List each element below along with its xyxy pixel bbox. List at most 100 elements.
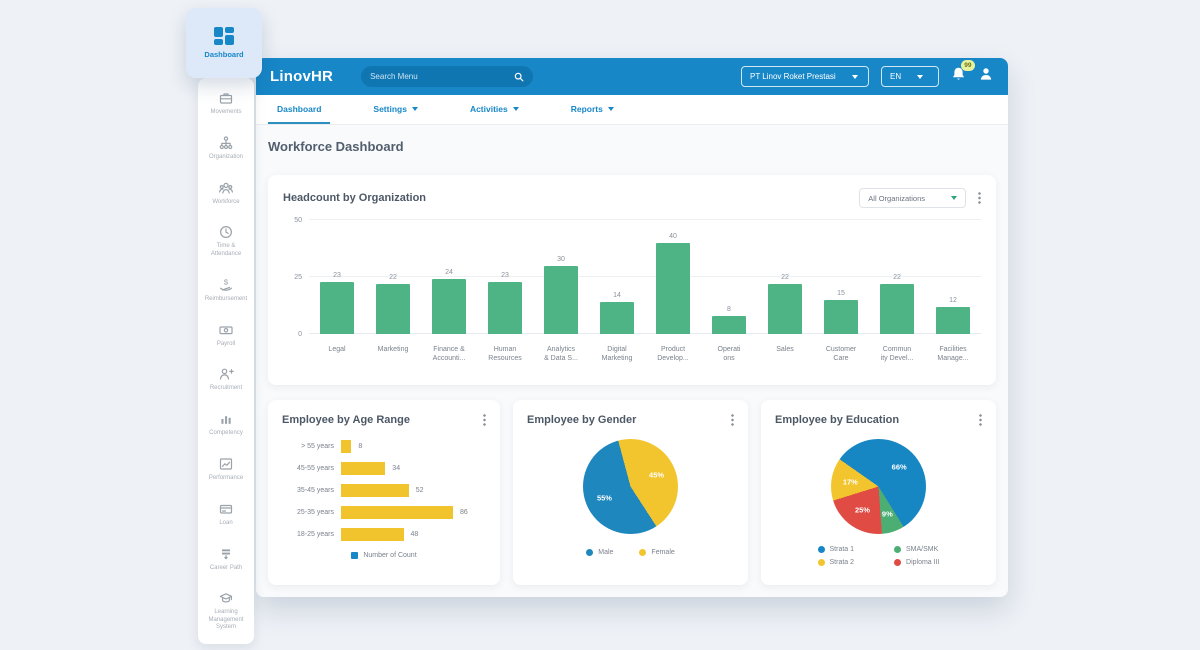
age-bar-row: 35-45 years52 [282, 484, 486, 497]
x-tick-label: Product Develop... [645, 345, 701, 364]
age-category-label: 18-25 years [282, 531, 334, 538]
bar-digital-marketing: 14 [589, 292, 645, 334]
x-tick-label: Marketing [365, 345, 421, 364]
tab-settings[interactable]: Settings [364, 95, 427, 124]
legend-dot [639, 549, 646, 556]
legend-dot [894, 546, 901, 553]
search-input[interactable] [370, 72, 514, 81]
legend-item-diploma-iii: Diploma III [894, 559, 939, 566]
tab-dashboard[interactable]: Dashboard [268, 95, 330, 124]
tab-label: Reports [571, 104, 603, 114]
tab-reports[interactable]: Reports [562, 95, 623, 124]
age-bar-chart: > 55 years845-55 years3435-45 years5225-… [282, 440, 486, 541]
language-selector[interactable]: EN [881, 66, 939, 87]
bar-value-label: 22 [389, 274, 397, 281]
chevron-down-icon [917, 75, 923, 79]
legend-label: Male [598, 549, 613, 556]
x-tick-label: Finance & Accounti... [421, 345, 477, 364]
age-category-label: 35-45 years [282, 487, 334, 494]
legend-dot [586, 549, 593, 556]
x-tick-label: Commun ity Devel... [869, 345, 925, 364]
age-chart-legend: Number of Count [282, 552, 486, 559]
age-bar-row: 25-35 years 86 [282, 506, 486, 519]
legend-item-female: Female [639, 549, 674, 556]
kebab-menu-icon[interactable] [978, 191, 981, 205]
sidebar-item-learning-management-system[interactable]: Learning Management System [208, 590, 243, 632]
sidebar-item-organization[interactable]: Organization [209, 135, 243, 162]
bar-human-resources: 23 [477, 272, 533, 334]
gender-chart-legend: Male Female [527, 549, 734, 556]
line-chart-icon [218, 456, 234, 472]
x-tick-label: Analytics & Data S... [533, 345, 589, 364]
bar-marketing: 22 [365, 274, 421, 334]
age-bar-row: > 55 years8 [282, 440, 486, 453]
kebab-menu-icon[interactable] [979, 413, 982, 427]
notifications-button[interactable]: 99 [951, 66, 966, 87]
app-logo: LinovHR [270, 68, 333, 85]
kebab-menu-icon[interactable] [483, 413, 486, 427]
bar-value-label: 22 [781, 274, 789, 281]
bar-value-label: 40 [669, 233, 677, 240]
legend-item-strata-2: Strata 2 [818, 559, 855, 566]
chevron-down-icon [513, 107, 519, 111]
sidebar-item-workforce[interactable]: Workforce [212, 180, 239, 207]
sidebar-item-time-attendance[interactable]: Time & Attendance [211, 224, 241, 258]
tab-activities[interactable]: Activities [461, 95, 528, 124]
bar-analytics-data-science: 30 [533, 256, 589, 334]
page-content: Workforce Dashboard Headcount by Organiz… [256, 125, 1008, 597]
sidebar-item-movements[interactable]: Movements [210, 90, 241, 117]
main-nav: Dashboard Settings Activities Reports [256, 95, 1008, 125]
user-avatar-button[interactable] [978, 66, 994, 87]
chevron-down-icon [412, 107, 418, 111]
briefcase-icon [218, 90, 234, 106]
legend-label: Strata 1 [830, 546, 855, 553]
tab-label: Settings [373, 104, 407, 114]
kebab-menu-icon[interactable] [731, 413, 734, 427]
gender-card-title: Employee by Gender [527, 414, 636, 426]
headcount-bar-chart: 02550 23222423301440822152212 LegalMarke… [283, 220, 981, 364]
sidebar-item-recruitment[interactable]: Recruitment [210, 366, 242, 393]
legend-item-sma-smk: SMA/SMK [894, 546, 939, 553]
sidebar-item-label: Recruitment [210, 385, 242, 393]
sidebar-item-loan[interactable]: Loan [218, 501, 234, 528]
bar-value-label: 23 [333, 272, 341, 279]
module-sidebar: Movements Organization Workforce Time & Att… [198, 78, 254, 644]
age-bar [341, 462, 385, 475]
organization-filter-dropdown[interactable]: All Organizations [859, 188, 966, 208]
bar-value-label: 15 [837, 290, 845, 297]
legend-dot [818, 546, 825, 553]
search-box[interactable] [361, 66, 533, 87]
bar-value-label: 22 [893, 274, 901, 281]
career-path-icon [218, 546, 234, 562]
sidebar-item-competency[interactable]: Competency [209, 411, 243, 438]
age-bar-value: 86 [460, 509, 468, 516]
chevron-down-icon [852, 75, 858, 79]
sidebar-item-career-path[interactable]: Career Path [210, 546, 242, 573]
bar-customer-care: 15 [813, 290, 869, 334]
tab-label: Dashboard [277, 104, 321, 114]
x-tick-label: Sales [757, 345, 813, 364]
sidebar-item-reimbursement[interactable]: $Reimbursement [205, 277, 247, 304]
age-category-label: 25-35 years [282, 509, 334, 516]
sidebar-item-label: Learning Management System [208, 609, 243, 632]
x-tick-label: Human Resources [477, 345, 533, 364]
search-icon [514, 72, 524, 82]
education-chart-legend: Strata 1 SMA/SMK Strata 2 Diploma III [775, 546, 982, 566]
sidebar-item-label: Payroll [217, 341, 235, 349]
company-selector[interactable]: PT Linov Roket Prestasi [741, 66, 869, 87]
sidebar-item-performance[interactable]: Performance [209, 456, 243, 483]
age-category-label: 45-55 years [282, 465, 334, 472]
bar-community-development: 22 [869, 274, 925, 334]
page-title: Workforce Dashboard [268, 139, 404, 154]
graduation-cap-icon [218, 590, 234, 606]
sidebar-item-payroll[interactable]: Payroll [217, 322, 235, 349]
legend-label: Diploma III [906, 559, 939, 566]
gender-pie-chart: 45%55% [583, 439, 678, 534]
age-bar-row: 18-25 years48 [282, 528, 486, 541]
sidebar-item-label: Movements [210, 109, 241, 117]
sidebar-item-dashboard[interactable]: Dashboard [186, 8, 262, 78]
legend-item-strata-1: Strata 1 [818, 546, 855, 553]
legend-label: Female [651, 549, 674, 556]
bar-operations: 8 [701, 306, 757, 334]
dashboard-grid-icon [214, 27, 234, 45]
